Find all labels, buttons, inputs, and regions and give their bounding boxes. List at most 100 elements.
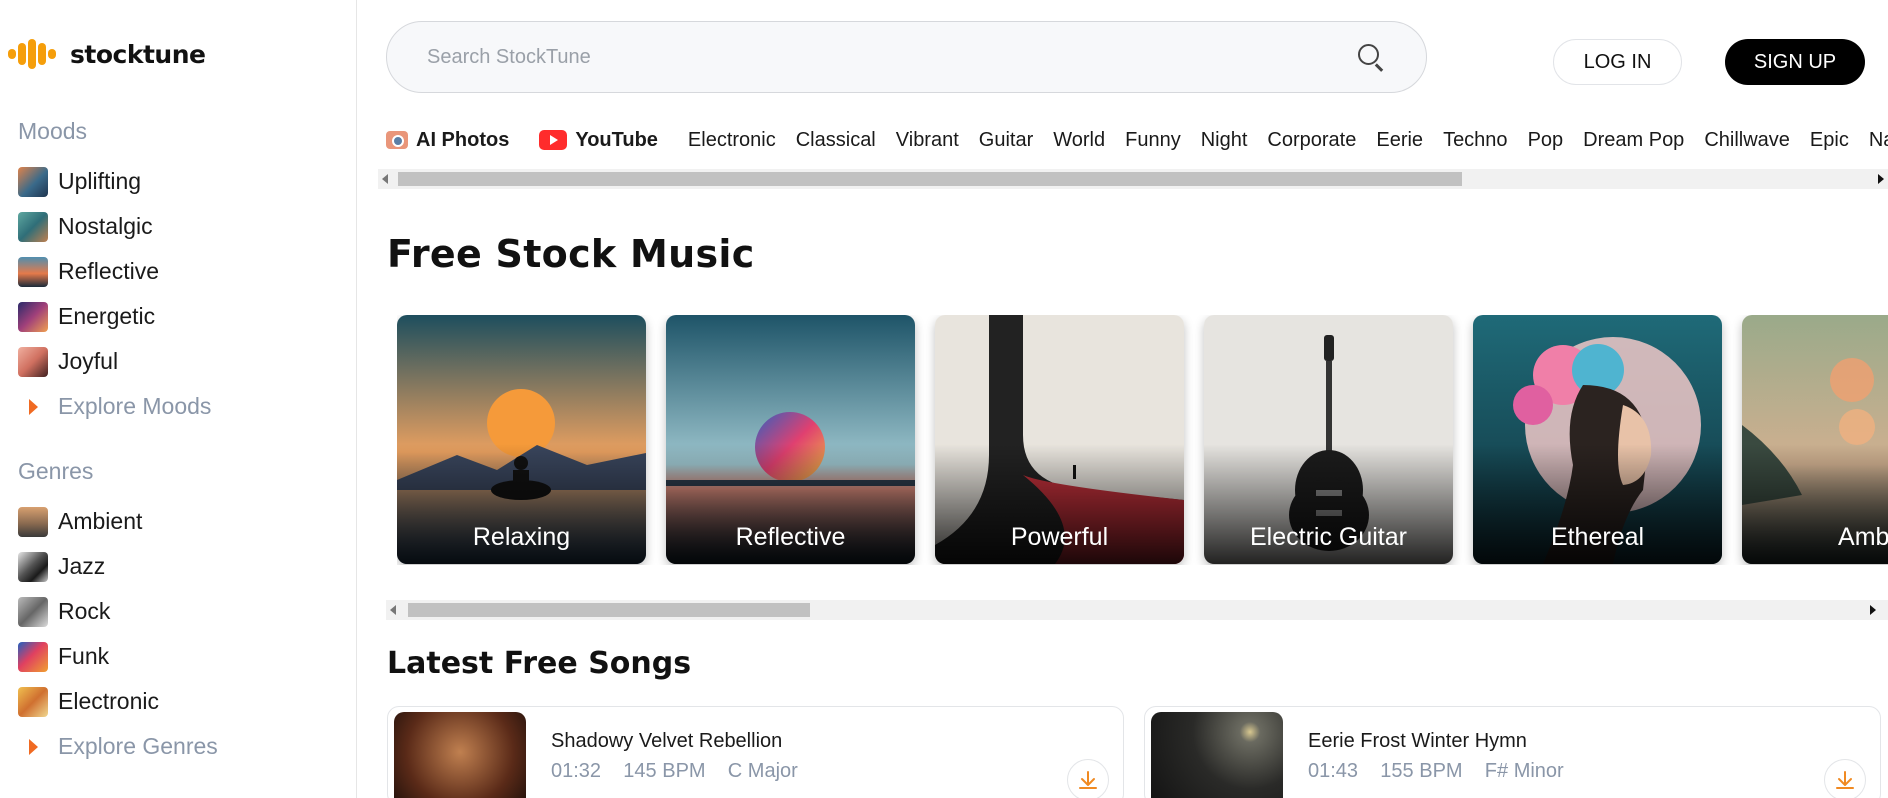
search-input[interactable] bbox=[427, 45, 1356, 69]
youtube-icon bbox=[539, 130, 568, 150]
logo[interactable]: stocktune bbox=[8, 34, 206, 74]
sidebar-item-jazz[interactable]: Jazz bbox=[18, 544, 318, 589]
song-key: F# Minor bbox=[1484, 760, 1564, 782]
category-dream-pop[interactable]: Dream Pop bbox=[1583, 129, 1684, 152]
sidebar-item-nostalgic[interactable]: Nostalgic bbox=[18, 204, 318, 249]
jazz-thumbnail bbox=[18, 551, 48, 582]
genres-list: Ambient Jazz Rock Funk Electronic Explor… bbox=[18, 499, 318, 769]
sidebar: stocktune Moods Uplifting Nostalgic Refl… bbox=[0, 0, 357, 798]
sidebar-item-label: Joyful bbox=[58, 348, 119, 374]
category-night[interactable]: Night bbox=[1201, 129, 1248, 152]
explore-genres-label: Explore Genres bbox=[58, 733, 218, 759]
sidebar-item-label: Rock bbox=[58, 598, 111, 624]
caret-right-icon bbox=[18, 732, 48, 762]
song-card[interactable]: Eerie Frost Winter Hymn 01:43 155 BPM F#… bbox=[1144, 706, 1881, 798]
song-title[interactable]: Eerie Frost Winter Hymn bbox=[1308, 730, 1527, 753]
explore-moods-label: Explore Moods bbox=[58, 393, 212, 419]
download-icon bbox=[1079, 771, 1097, 789]
download-icon bbox=[1836, 771, 1854, 789]
login-button[interactable]: LOG IN bbox=[1553, 39, 1682, 85]
category-chillwave[interactable]: Chillwave bbox=[1704, 129, 1790, 152]
card-ambient[interactable]: Ambi bbox=[1742, 315, 1888, 564]
category-ai-photos[interactable]: AI Photos bbox=[386, 129, 509, 152]
caret-right-icon bbox=[18, 392, 48, 422]
song-meta: 01:32 145 BPM C Major bbox=[551, 760, 798, 783]
category-epic[interactable]: Epic bbox=[1810, 129, 1849, 152]
joyful-thumbnail bbox=[18, 346, 48, 377]
sidebar-item-label: Jazz bbox=[58, 553, 106, 579]
card-electric-guitar[interactable]: Electric Guitar bbox=[1204, 315, 1453, 564]
category-eerie[interactable]: Eerie bbox=[1376, 129, 1423, 152]
song-bpm: 145 BPM bbox=[623, 760, 706, 782]
energetic-thumbnail bbox=[18, 301, 48, 332]
song-card[interactable]: Shadowy Velvet Rebellion 01:32 145 BPM C… bbox=[387, 706, 1124, 798]
card-label: Reflective bbox=[735, 523, 846, 551]
category-nat[interactable]: Nat bbox=[1869, 129, 1888, 152]
card-label: Ethereal bbox=[1550, 523, 1645, 551]
sidebar-item-reflective[interactable]: Reflective bbox=[18, 249, 318, 294]
category-electronic[interactable]: Electronic bbox=[688, 129, 776, 152]
download-button[interactable] bbox=[1067, 759, 1109, 798]
category-classical[interactable]: Classical bbox=[796, 129, 876, 152]
ambient-thumbnail bbox=[18, 506, 48, 537]
scrollbar-thumb[interactable] bbox=[398, 172, 1462, 186]
song-meta: 01:43 155 BPM F# Minor bbox=[1308, 760, 1564, 783]
category-scrollbar[interactable] bbox=[378, 169, 1888, 189]
sidebar-item-electronic[interactable]: Electronic bbox=[18, 679, 318, 724]
sidebar-item-label: Reflective bbox=[58, 258, 159, 284]
category-techno[interactable]: Techno bbox=[1443, 129, 1508, 152]
scroll-right-icon[interactable] bbox=[1870, 605, 1876, 615]
card-reflective[interactable]: Reflective bbox=[666, 315, 915, 564]
explore-moods-link[interactable]: Explore Moods bbox=[18, 384, 318, 429]
card-label: Relaxing bbox=[472, 523, 571, 551]
category-corporate[interactable]: Corporate bbox=[1267, 129, 1356, 152]
card-label: Electric Guitar bbox=[1250, 523, 1407, 551]
nostalgic-thumbnail bbox=[18, 211, 48, 242]
funk-thumbnail bbox=[18, 641, 48, 672]
mood-carousel: Relaxing Reflective Powerful Electric Gu… bbox=[397, 315, 1888, 565]
song-title[interactable]: Shadowy Velvet Rebellion bbox=[551, 730, 782, 753]
moods-title: Moods bbox=[18, 118, 88, 144]
card-ethereal[interactable]: Ethereal bbox=[1473, 315, 1722, 564]
sidebar-item-uplifting[interactable]: Uplifting bbox=[18, 159, 318, 204]
song-duration: 01:43 bbox=[1308, 760, 1359, 782]
reflective-thumbnail bbox=[18, 256, 48, 287]
sidebar-item-label: Uplifting bbox=[58, 168, 142, 194]
download-button[interactable] bbox=[1824, 759, 1866, 798]
signup-button[interactable]: SIGN UP bbox=[1725, 39, 1865, 85]
section-title: Free Stock Music bbox=[387, 232, 755, 276]
scroll-left-icon[interactable] bbox=[390, 605, 396, 615]
category-label: AI Photos bbox=[416, 128, 510, 151]
category-pop[interactable]: Pop bbox=[1528, 129, 1564, 152]
camera-icon bbox=[386, 131, 408, 149]
song-artwork bbox=[394, 712, 526, 798]
song-key: C Major bbox=[727, 760, 798, 782]
sidebar-item-ambient[interactable]: Ambient bbox=[18, 499, 318, 544]
sidebar-item-label: Nostalgic bbox=[58, 213, 153, 239]
search-icon[interactable] bbox=[1356, 42, 1386, 72]
card-powerful[interactable]: Powerful bbox=[935, 315, 1184, 564]
song-artwork bbox=[1151, 712, 1283, 798]
carousel-scrollbar[interactable] bbox=[386, 600, 1888, 620]
category-funny[interactable]: Funny bbox=[1125, 129, 1181, 152]
category-world[interactable]: World bbox=[1053, 129, 1105, 152]
scrollbar-thumb[interactable] bbox=[408, 603, 810, 617]
category-youtube[interactable]: YouTube bbox=[539, 129, 658, 152]
sidebar-item-label: Funk bbox=[58, 643, 110, 669]
scroll-right-icon[interactable] bbox=[1878, 174, 1884, 184]
category-vibrant[interactable]: Vibrant bbox=[896, 129, 959, 152]
category-label: YouTube bbox=[575, 128, 658, 151]
search-bar bbox=[386, 21, 1427, 93]
sidebar-item-funk[interactable]: Funk bbox=[18, 634, 318, 679]
card-relaxing[interactable]: Relaxing bbox=[397, 315, 646, 564]
category-guitar[interactable]: Guitar bbox=[979, 129, 1033, 152]
sidebar-item-label: Ambient bbox=[58, 508, 143, 534]
explore-genres-link[interactable]: Explore Genres bbox=[18, 724, 318, 769]
sidebar-item-joyful[interactable]: Joyful bbox=[18, 339, 318, 384]
sidebar-item-rock[interactable]: Rock bbox=[18, 589, 318, 634]
sidebar-item-energetic[interactable]: Energetic bbox=[18, 294, 318, 339]
sidebar-item-label: Electronic bbox=[58, 688, 159, 714]
moods-list: Uplifting Nostalgic Reflective Energetic… bbox=[18, 159, 318, 429]
uplifting-thumbnail bbox=[18, 166, 48, 197]
scroll-left-icon[interactable] bbox=[382, 174, 388, 184]
